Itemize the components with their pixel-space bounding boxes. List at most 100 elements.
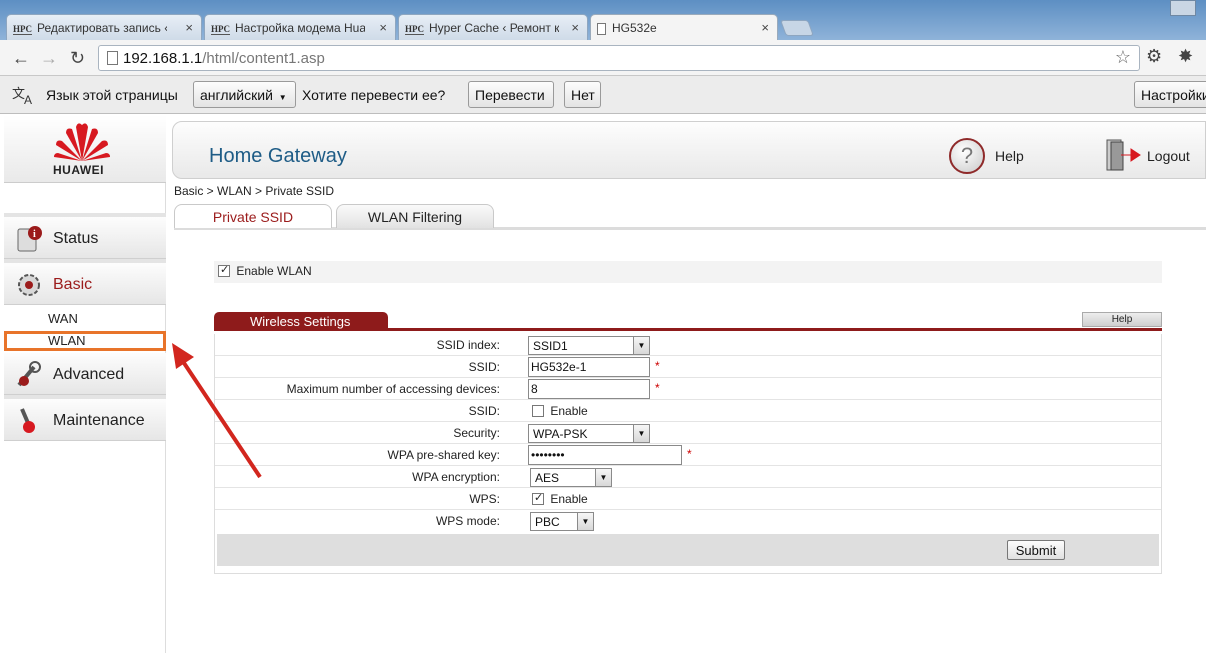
help-question-icon[interactable]: ? (949, 138, 985, 174)
back-arrow-icon[interactable]: ← (12, 48, 30, 69)
menu-label: Advanced (53, 366, 125, 383)
browser-tab-3[interactable]: HPC Hyper Cache ‹ Ремонт ко × (398, 14, 588, 40)
menu-item-maintenance[interactable]: Maintenance (4, 399, 166, 441)
wireless-settings-form: SSID index: SSID1 ▼ SSID: HG532e-1 * Max… (214, 334, 1162, 574)
window-minimize-button[interactable] (1170, 0, 1196, 16)
submit-button[interactable]: Submit (1007, 540, 1065, 560)
form-row-ssid-enable: SSID: Enable (215, 400, 1161, 422)
status-info-icon: i (17, 226, 42, 252)
left-navigation: HUAWEI i Status Basic WAN WLAN Advanced … (4, 115, 166, 653)
enable-wlan-checkbox[interactable] (218, 263, 230, 277)
no-button[interactable]: Нет (564, 81, 601, 108)
checkbox-label: Enable (550, 404, 588, 418)
language-value: английский (200, 87, 273, 103)
address-bar[interactable]: 192.168.1.1/html/content1.asp ☆ (98, 45, 1140, 71)
huawei-logo-icon (54, 123, 110, 161)
select-value: PBC (535, 515, 560, 529)
page-tabs: Private SSID WLAN Filtering (174, 204, 1206, 230)
form-row-security: Security: WPA-PSK ▼ (215, 422, 1161, 444)
tab-title: Hyper Cache ‹ Ремонт ко (429, 21, 559, 35)
wlan-highlight-box (4, 331, 166, 351)
extension-icon[interactable]: ✸ (1178, 46, 1193, 67)
tab-favicon: HPC (13, 24, 32, 35)
logout-link[interactable]: Logout (1147, 148, 1190, 164)
wps-enable-control: Enable (532, 491, 588, 512)
brand-name: HUAWEI (53, 163, 104, 177)
tab-title: Редактировать запись ‹ P (37, 21, 167, 35)
tab-private-ssid[interactable]: Private SSID (174, 204, 332, 228)
dropdown-arrow-icon: ▼ (577, 513, 593, 530)
close-icon[interactable]: × (571, 20, 579, 35)
translate-bar: 文A Язык этой страницы английский ▼ Хотит… (0, 76, 1206, 114)
form-row-max-devices: Maximum number of accessing devices: 8 * (215, 378, 1161, 400)
browser-toolbar: ← → ↻ 192.168.1.1/html/content1.asp ☆ ⚙ … (0, 40, 1206, 76)
select-value: WPA-PSK (533, 427, 588, 441)
submit-row: Submit (217, 534, 1159, 566)
dropdown-arrow-icon: ▼ (633, 425, 649, 442)
translate-button[interactable]: Перевести (468, 81, 554, 108)
tab-title: HG532e (612, 21, 657, 35)
reload-icon[interactable]: ↻ (70, 48, 85, 69)
wps-mode-select[interactable]: PBC ▼ (530, 512, 594, 531)
translate-question: Хотите перевести ее? (302, 87, 446, 103)
new-tab-button[interactable] (780, 20, 814, 36)
breadcrumb: Basic > WLAN > Private SSID (174, 184, 335, 198)
forward-arrow-icon[interactable]: → (40, 48, 58, 69)
tab-favicon: HPC (405, 24, 424, 35)
close-icon[interactable]: × (379, 20, 387, 35)
enable-wlan-row: Enable WLAN (214, 261, 1162, 283)
form-row-ssid-index: SSID index: SSID1 ▼ (215, 334, 1161, 356)
wps-enable-checkbox[interactable] (532, 491, 544, 505)
tab-favicon: HPC (211, 24, 230, 35)
menu-item-advanced[interactable]: Advanced (4, 353, 166, 395)
form-row-wps-mode: WPS mode: PBC ▼ (215, 510, 1161, 532)
wireless-settings-header: Wireless Settings Help (214, 312, 1162, 331)
menu-label: Status (53, 230, 99, 247)
ssid-enable-control: Enable (532, 404, 588, 424)
enable-wlan-label: Enable WLAN (236, 264, 312, 278)
logout-door-icon[interactable] (1105, 138, 1141, 172)
browser-tabstrip: HPC Редактировать запись ‹ P × HPC Настрой… (0, 0, 1206, 41)
psk-password-input[interactable]: •••••••• (528, 445, 682, 465)
menu-label: Basic (53, 276, 93, 293)
advanced-tools-icon (17, 361, 41, 387)
browser-tab-2[interactable]: HPC Настройка модема Huaw × (204, 14, 396, 40)
form-row-encryption: WPA encryption: AES ▼ (215, 466, 1161, 488)
required-mark: * (687, 447, 692, 461)
page-title: Home Gateway (209, 145, 347, 167)
url-path: /html/content1.asp (202, 50, 325, 67)
menu-item-status[interactable]: i Status (4, 217, 166, 259)
browser-tab-1[interactable]: HPC Редактировать запись ‹ P × (6, 14, 202, 40)
close-icon[interactable]: × (185, 20, 193, 35)
ssid-enable-checkbox[interactable] (532, 404, 544, 417)
translate-settings-button[interactable]: Настройки (1134, 81, 1206, 108)
form-row-ssid: SSID: HG532e-1 * (215, 356, 1161, 378)
tab-wlan-filtering[interactable]: WLAN Filtering (336, 204, 494, 228)
dropdown-arrow-icon: ▼ (278, 93, 287, 102)
close-icon[interactable]: × (761, 20, 769, 35)
url-host: 192.168.1.1 (123, 50, 203, 67)
field-label: WPS: (469, 492, 500, 506)
menu-item-basic[interactable]: Basic (4, 263, 166, 305)
encryption-select[interactable]: AES ▼ (530, 468, 612, 487)
section-help-button[interactable]: Help (1082, 312, 1162, 327)
browser-tab-active[interactable]: HG532e × (590, 14, 778, 41)
ssid-input[interactable]: HG532e-1 (528, 357, 650, 377)
select-value: AES (535, 471, 560, 485)
help-link[interactable]: Help (995, 148, 1024, 164)
ssid-index-select[interactable]: SSID1 ▼ (528, 336, 650, 355)
dropdown-arrow-icon: ▼ (633, 337, 649, 354)
basic-gear-icon (18, 274, 40, 296)
maintenance-wrench-icon (20, 408, 35, 433)
annotation-arrow-icon (172, 343, 262, 479)
bookmark-star-icon[interactable]: ☆ (1115, 47, 1131, 68)
submenu-wan[interactable]: WAN (48, 311, 78, 326)
security-select[interactable]: WPA-PSK ▼ (528, 424, 650, 443)
page-icon (597, 22, 606, 35)
language-select[interactable]: английский ▼ (193, 81, 296, 108)
wrench-gear-icon[interactable]: ⚙ (1146, 46, 1162, 67)
dropdown-arrow-icon: ▼ (595, 469, 611, 486)
page-header: Home Gateway ? Help Logout (172, 121, 1206, 179)
max-devices-input[interactable]: 8 (528, 379, 650, 399)
svg-text:i: i (33, 229, 36, 240)
